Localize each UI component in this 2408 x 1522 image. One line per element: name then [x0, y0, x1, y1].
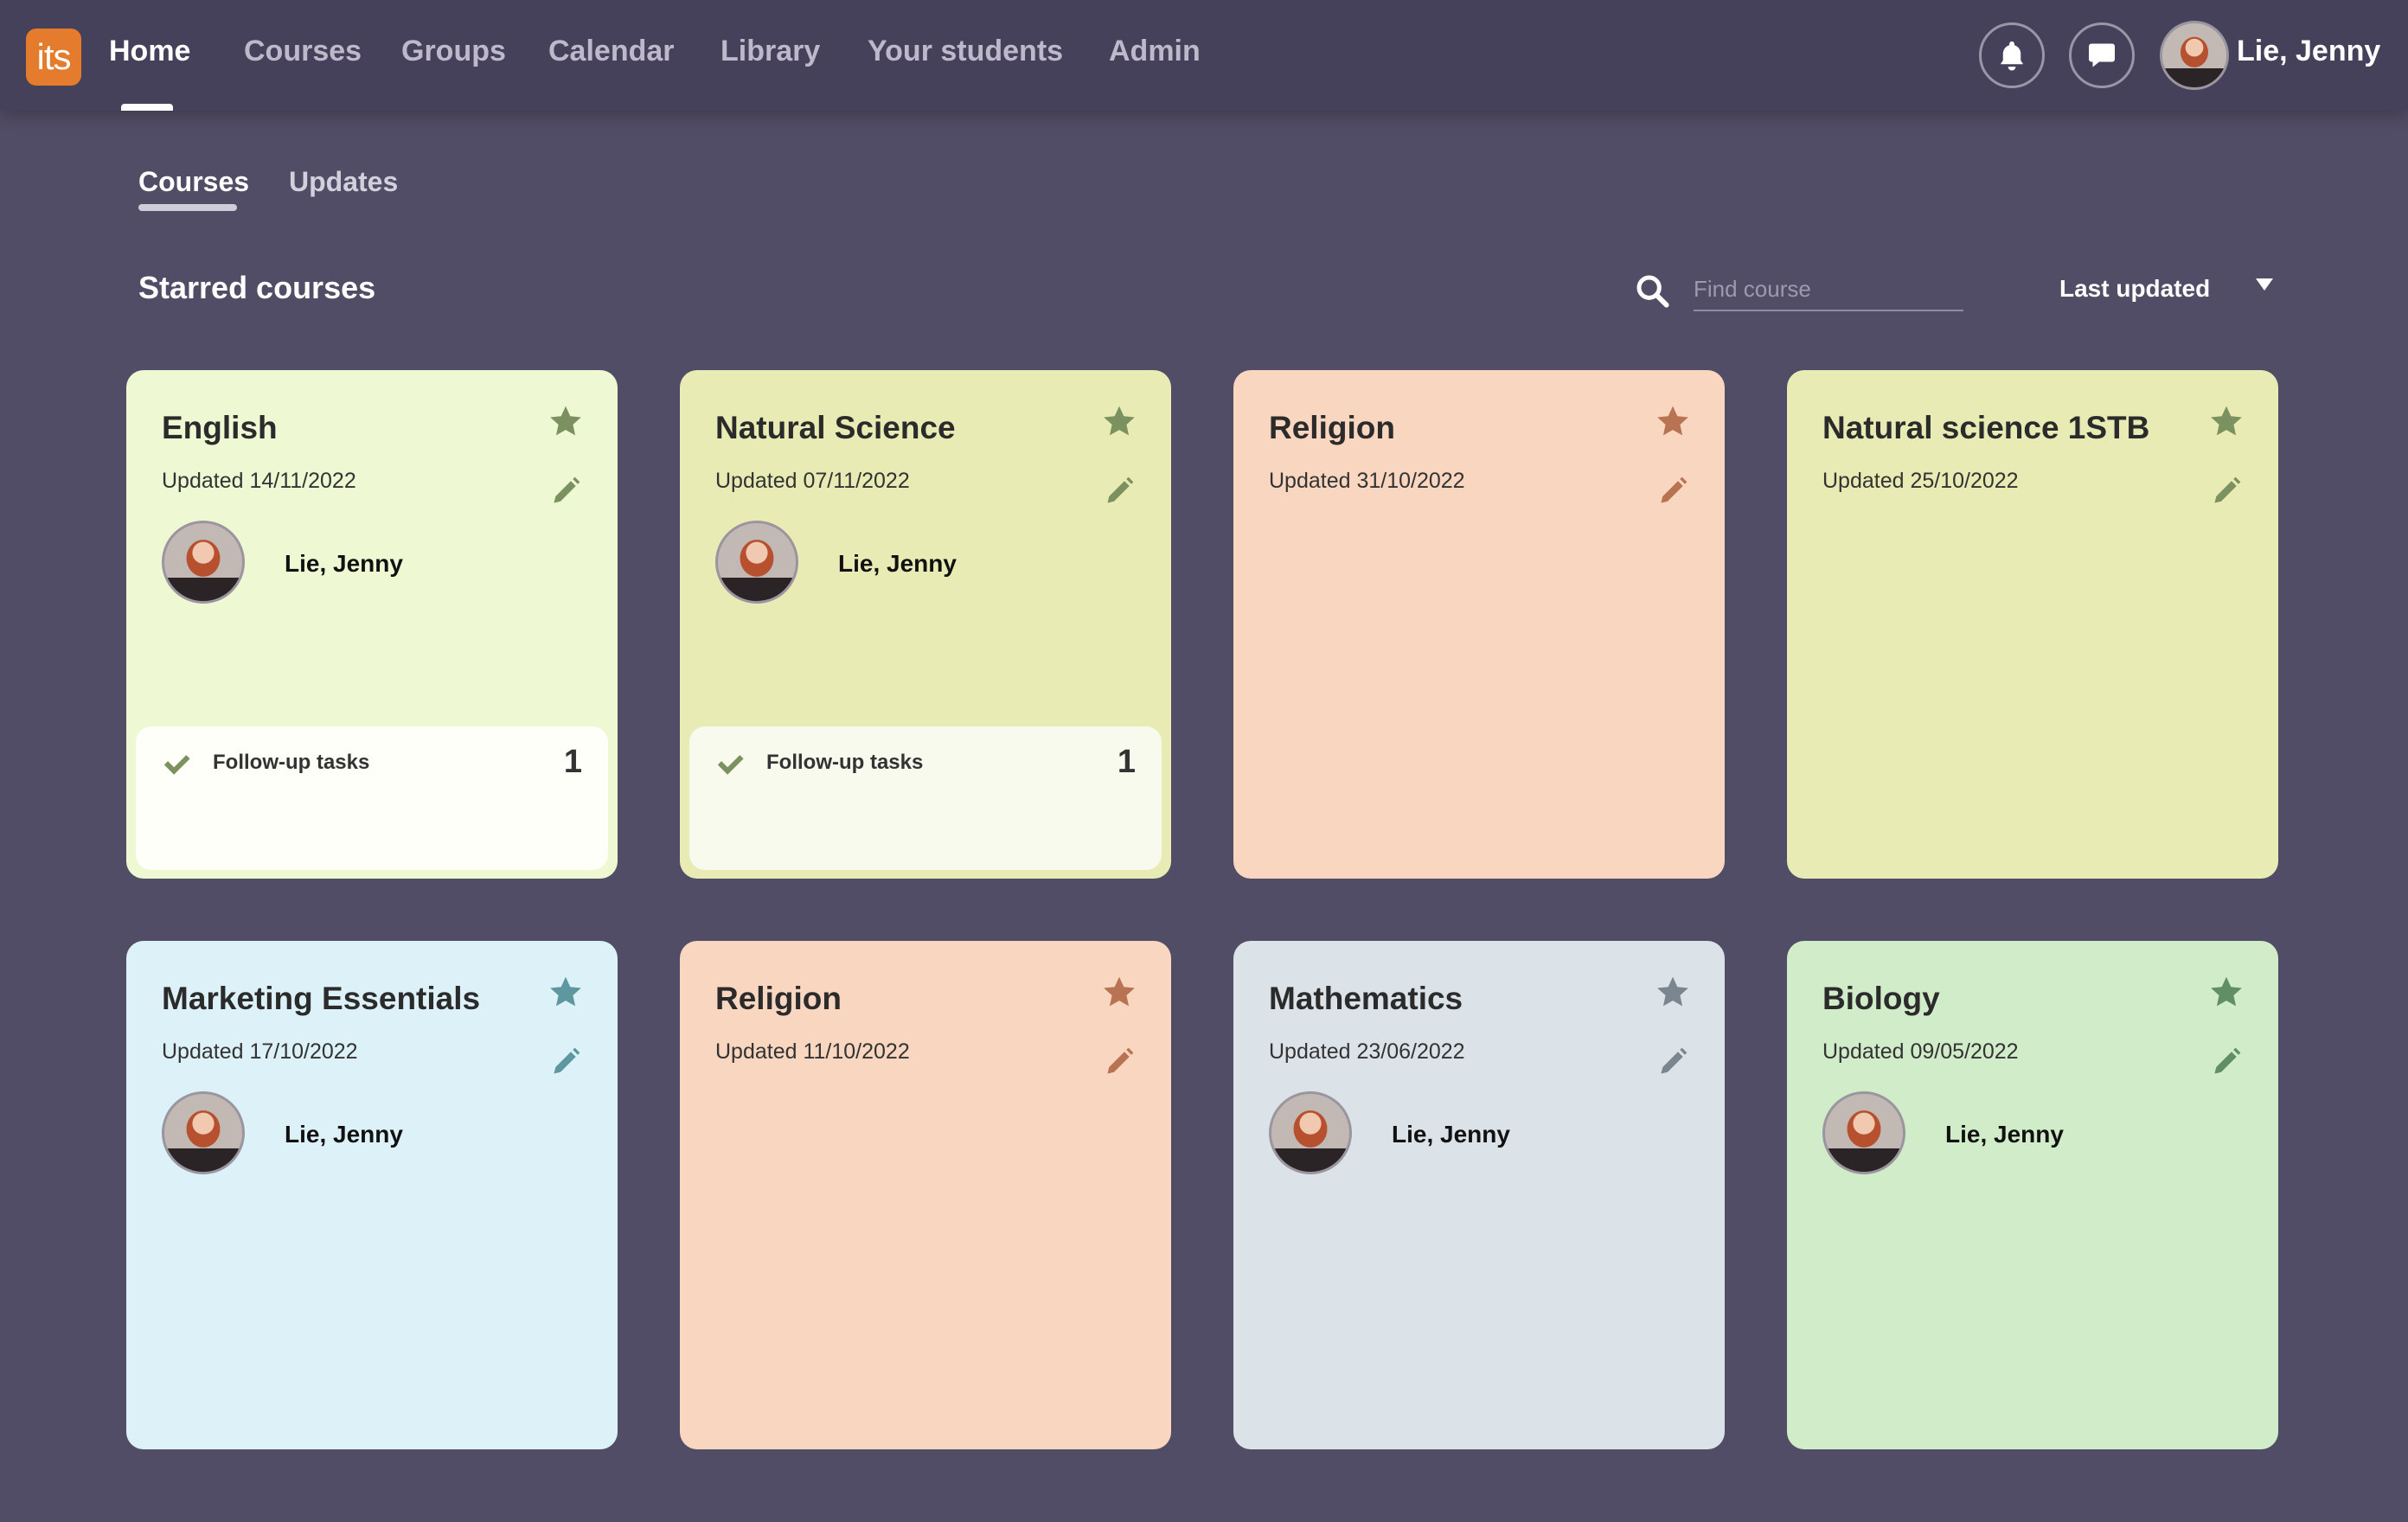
teacher-avatar	[162, 1091, 245, 1174]
star-icon[interactable]	[548, 405, 583, 438]
course-updated: Updated 09/05/2022	[1822, 1039, 2019, 1064]
course-updated: Updated 17/10/2022	[162, 1039, 358, 1064]
follow-up-tasks[interactable]: Follow-up tasks 1	[136, 726, 608, 870]
teacher-name: Lie, Jenny	[838, 550, 957, 577]
course-card[interactable]: Religion Updated 11/10/2022	[680, 941, 1171, 1449]
course-title[interactable]: Natural Science	[715, 410, 956, 446]
edit-pencil-icon[interactable]	[2211, 476, 2242, 507]
course-title[interactable]: Mathematics	[1269, 981, 1463, 1017]
course-title[interactable]: Religion	[1269, 410, 1395, 446]
edit-pencil-icon[interactable]	[1657, 1046, 1688, 1078]
course-updated: Updated 07/11/2022	[715, 469, 910, 493]
course-updated: Updated 31/10/2022	[1269, 469, 1465, 493]
star-icon[interactable]	[2209, 405, 2244, 438]
course-card[interactable]: Natural Science Updated 07/11/2022 Lie, …	[680, 370, 1171, 879]
star-icon[interactable]	[2209, 975, 2244, 1008]
sort-select[interactable]: Last updated	[2059, 275, 2210, 303]
user-name[interactable]: Lie, Jenny	[2237, 35, 2380, 68]
course-title[interactable]: English	[162, 410, 278, 446]
course-card[interactable]: Mathematics Updated 23/06/2022 Lie, Jenn…	[1233, 941, 1725, 1449]
bell-icon	[2000, 41, 2024, 71]
follow-up-count: 1	[1117, 744, 1136, 780]
course-card[interactable]: Biology Updated 09/05/2022 Lie, Jenny	[1787, 941, 2278, 1449]
tab-updates[interactable]: Updates	[289, 166, 398, 198]
teacher-name: Lie, Jenny	[285, 1121, 403, 1148]
course-title[interactable]: Religion	[715, 981, 842, 1017]
course-updated: Updated 11/10/2022	[715, 1039, 910, 1064]
nav-courses[interactable]: Courses	[244, 35, 362, 68]
top-nav: its Home Courses Groups Calendar Library…	[0, 0, 2408, 111]
search-icon[interactable]	[1635, 273, 1669, 308]
notifications-button[interactable]	[1979, 22, 2045, 88]
course-title[interactable]: Marketing Essentials	[162, 981, 480, 1017]
star-icon[interactable]	[548, 975, 583, 1008]
edit-pencil-icon[interactable]	[550, 1046, 581, 1078]
teacher-avatar	[1269, 1091, 1352, 1174]
course-card[interactable]: Marketing Essentials Updated 17/10/2022 …	[126, 941, 618, 1449]
edit-pencil-icon[interactable]	[550, 476, 581, 507]
nav-groups[interactable]: Groups	[401, 35, 506, 68]
teacher-avatar	[715, 521, 798, 604]
star-icon[interactable]	[1656, 405, 1690, 438]
nav-home[interactable]: Home	[109, 35, 190, 68]
chat-icon	[2089, 43, 2115, 67]
teacher-name: Lie, Jenny	[285, 550, 403, 577]
course-card[interactable]: Religion Updated 31/10/2022	[1233, 370, 1725, 879]
nav-your-students[interactable]: Your students	[868, 35, 1063, 68]
messages-button[interactable]	[2069, 22, 2135, 88]
follow-up-tasks[interactable]: Follow-up tasks 1	[689, 726, 1162, 870]
edit-pencil-icon[interactable]	[2211, 1046, 2242, 1078]
section-title: Starred courses	[138, 270, 376, 305]
course-title[interactable]: Biology	[1822, 981, 1940, 1017]
teacher-avatar	[162, 521, 245, 604]
star-icon[interactable]	[1102, 405, 1137, 438]
follow-up-label: Follow-up tasks	[766, 751, 924, 774]
star-icon[interactable]	[1102, 975, 1137, 1008]
active-nav-indicator	[121, 104, 173, 111]
follow-up-count: 1	[563, 744, 582, 780]
course-updated: Updated 23/06/2022	[1269, 1039, 1465, 1064]
course-card[interactable]: English Updated 14/11/2022 Lie, Jenny Fo…	[126, 370, 618, 879]
teacher-name: Lie, Jenny	[1392, 1121, 1510, 1148]
nav-admin[interactable]: Admin	[1109, 35, 1201, 68]
check-icon	[163, 755, 190, 775]
course-title[interactable]: Natural science 1STB	[1822, 410, 2149, 446]
nav-calendar[interactable]: Calendar	[548, 35, 675, 68]
course-card[interactable]: Natural science 1STB Updated 25/10/2022	[1787, 370, 2278, 879]
its-logo[interactable]: its	[26, 29, 81, 86]
follow-up-label: Follow-up tasks	[213, 751, 370, 774]
check-icon	[717, 755, 744, 775]
find-course-input[interactable]	[1694, 268, 1963, 311]
teacher-name: Lie, Jenny	[1945, 1121, 2064, 1148]
user-avatar[interactable]	[2160, 21, 2229, 90]
tab-courses[interactable]: Courses	[138, 166, 249, 198]
edit-pencil-icon[interactable]	[1104, 1046, 1135, 1078]
active-tab-indicator	[138, 204, 237, 211]
course-updated: Updated 14/11/2022	[162, 469, 356, 493]
nav-library[interactable]: Library	[720, 35, 820, 68]
chevron-down-icon[interactable]	[2256, 278, 2273, 291]
teacher-avatar	[1822, 1091, 1905, 1174]
edit-pencil-icon[interactable]	[1104, 476, 1135, 507]
star-icon[interactable]	[1656, 975, 1690, 1008]
course-updated: Updated 25/10/2022	[1822, 469, 2019, 493]
edit-pencil-icon[interactable]	[1657, 476, 1688, 507]
